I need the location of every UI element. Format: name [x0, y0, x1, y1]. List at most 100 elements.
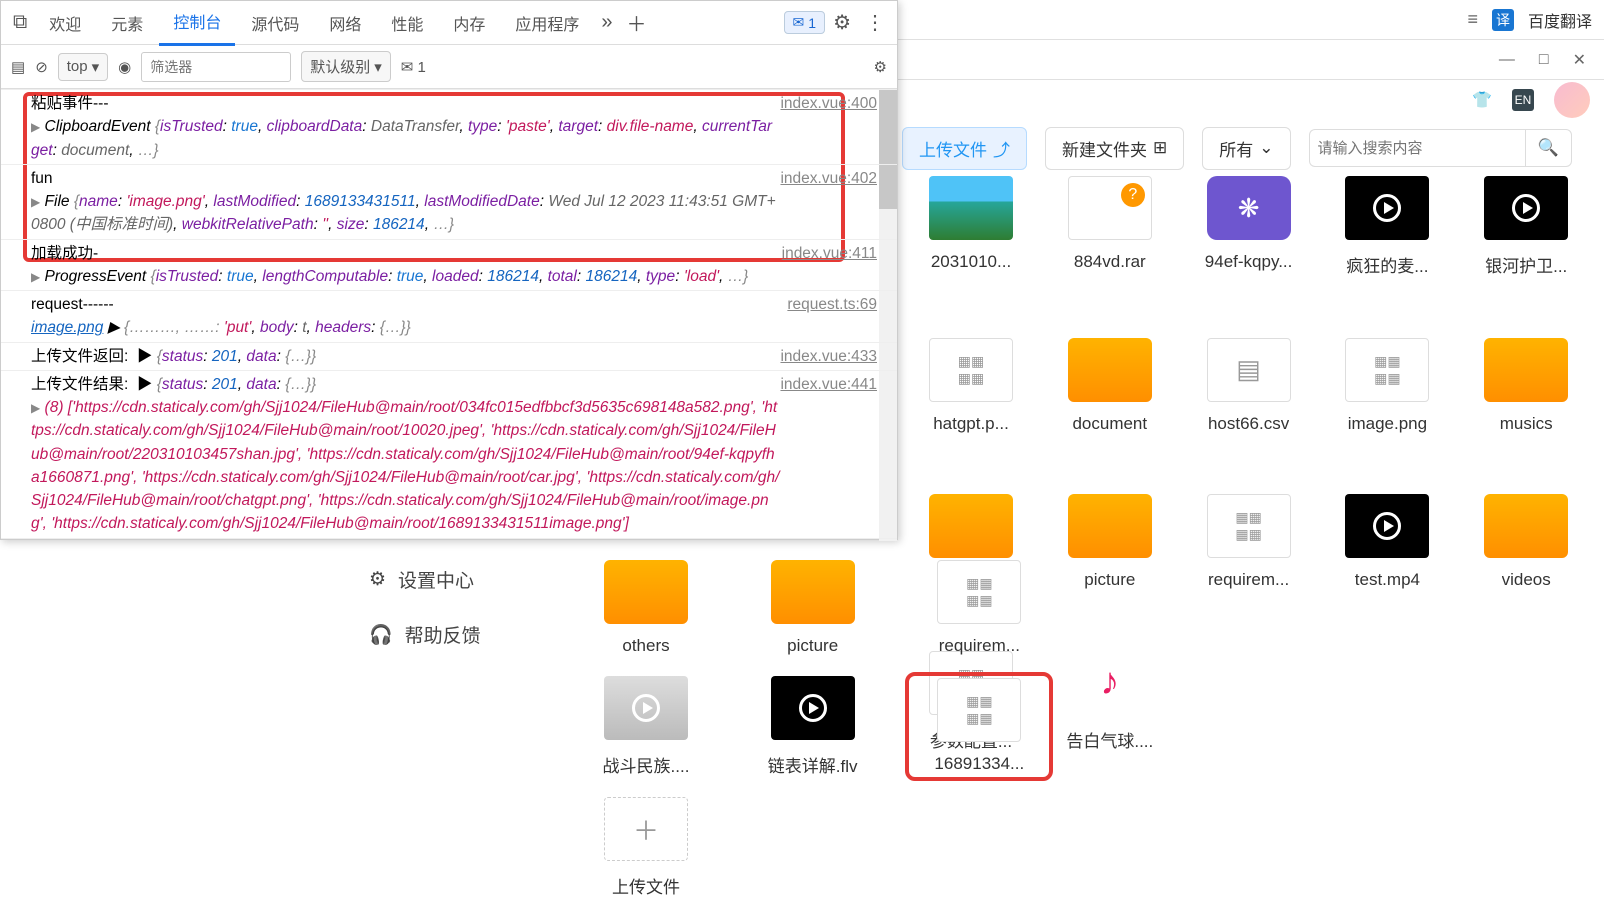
file-label: requirem... — [939, 636, 1020, 656]
log-source-link[interactable]: request.ts:48 — [787, 541, 889, 542]
maximize-icon[interactable]: □ — [1539, 51, 1549, 69]
file-item[interactable]: 884vd.rar — [1045, 176, 1175, 310]
tab-performance[interactable]: 性能 — [377, 1, 437, 45]
file-item[interactable]: others — [576, 560, 716, 656]
file-item[interactable]: ▤host66.csv — [1184, 338, 1314, 467]
more-tabs-icon[interactable]: » — [595, 5, 618, 40]
translate-icon[interactable]: 译 — [1492, 9, 1514, 31]
log-source-link[interactable]: index.vue:400 — [780, 92, 889, 162]
devtools-more-icon[interactable]: ⋮ — [859, 4, 891, 41]
minimize-icon[interactable]: — — [1499, 51, 1515, 69]
console-settings-icon[interactable]: ⚙ — [874, 58, 887, 76]
console-filter-input[interactable] — [141, 52, 291, 82]
clear-console-icon[interactable]: ⊘ — [35, 58, 48, 76]
log-level-selector[interactable]: 默认级别 ▾ — [301, 51, 391, 82]
file-item[interactable]: ▦▦▦▦image.png — [1322, 338, 1452, 467]
file-label: 2031010... — [931, 252, 1011, 272]
log-row[interactable]: 加载成功- ▶ ProgressEvent {isTrusted: true, … — [1, 239, 897, 291]
file-label: host66.csv — [1208, 414, 1289, 434]
file-item[interactable]: picture — [743, 560, 883, 656]
new-folder-button[interactable]: 新建文件夹 ⊞ — [1045, 127, 1184, 170]
log-source-link[interactable]: index.vue:441 — [780, 373, 889, 536]
file-item[interactable]: ▦▦▦▦requirem... — [909, 560, 1049, 656]
file-label: test.mp4 — [1355, 570, 1420, 590]
search-button[interactable]: 🔍 — [1525, 129, 1572, 167]
tab-elements[interactable]: 元素 — [97, 1, 157, 45]
upload-button[interactable]: 上传文件 ⤴ — [902, 127, 1027, 170]
translate-label[interactable]: 百度翻译 — [1528, 8, 1592, 32]
sidebar-item-feedback[interactable]: 🎧 帮助反馈 — [365, 607, 565, 662]
language-icon[interactable]: EN — [1512, 89, 1534, 111]
search-icon: 🔍 — [1538, 138, 1559, 157]
add-tab-icon[interactable]: ＋ — [621, 2, 653, 43]
file-item[interactable]: 银河护卫... — [1461, 176, 1591, 310]
file-label: 疯狂的麦... — [1346, 252, 1428, 277]
log-row[interactable]: apilimit--- ▶ {resources: {…}, rate: {…}… — [1, 538, 897, 542]
issues-button[interactable]: ✉ 1 — [784, 11, 826, 34]
context-selector[interactable]: top ▾ — [58, 53, 108, 81]
file-label: picture — [787, 636, 838, 656]
log-array: (8) ['https://cdn.staticaly.com/gh/Sjj10… — [31, 399, 779, 532]
window-controls: — □ ✕ — [894, 40, 1604, 80]
log-row[interactable]: fun ▶ File {name: 'image.png', lastModif… — [1, 164, 897, 239]
file-label: 884vd.rar — [1074, 252, 1146, 272]
tab-application[interactable]: 应用程序 — [501, 1, 593, 45]
file-label: others — [622, 636, 669, 656]
file-item[interactable]: ▦▦▦▦requirem... — [1184, 494, 1314, 623]
console-sidebar-toggle-icon[interactable]: ▤ — [11, 58, 25, 76]
tab-console[interactable]: 控制台 — [159, 0, 235, 46]
filter-dropdown[interactable]: 所有 ⌄ — [1202, 127, 1290, 170]
file-label: 战斗民族.... — [603, 752, 690, 777]
search-input[interactable] — [1309, 129, 1525, 167]
log-row[interactable]: request------ image.png ▶ {………, ……: 'put… — [1, 290, 897, 342]
devtools-tabbar: ⧉ 欢迎 元素 控制台 源代码 网络 性能 内存 应用程序 » ＋ ✉ 1 ⚙ … — [1, 1, 897, 45]
file-label: 16891334... — [934, 754, 1024, 774]
console-body[interactable]: 粘贴事件--- ▶ ClipboardEvent {isTrusted: tru… — [1, 89, 897, 541]
log-source-link[interactable]: index.vue:411 — [782, 242, 889, 289]
sidebar-item-settings[interactable]: ⚙ 设置中心 — [365, 552, 565, 607]
file-item[interactable]: 2031010... — [906, 176, 1036, 310]
list-icon[interactable]: ≡ — [1467, 9, 1478, 30]
chevron-down-icon: ⌄ — [1259, 138, 1273, 158]
avatar[interactable] — [1554, 82, 1590, 118]
file-label: videos — [1502, 570, 1551, 590]
file-item[interactable]: test.mp4 — [1322, 494, 1452, 623]
upload-icon: ⤴ — [993, 136, 1010, 161]
file-label: musics — [1500, 414, 1553, 434]
log-row[interactable]: 上传文件结果: ▶ {status: 201, data: {…}} ▶ (8)… — [1, 370, 897, 538]
shirt-icon[interactable]: 👕 — [1472, 90, 1492, 110]
tab-sources[interactable]: 源代码 — [237, 1, 313, 45]
file-item[interactable]: 链表详解.flv — [743, 676, 883, 777]
file-item[interactable]: ♪告白气球.... — [1045, 651, 1175, 785]
devtools-settings-icon[interactable]: ⚙ — [827, 4, 857, 41]
live-expression-icon[interactable]: ◉ — [118, 58, 131, 76]
log-source-link[interactable]: request.ts:69 — [787, 293, 889, 340]
file-item[interactable]: videos — [1461, 494, 1591, 623]
file-item[interactable]: picture — [1045, 494, 1175, 623]
tab-network[interactable]: 网络 — [315, 1, 375, 45]
devtools-window: ⧉ 欢迎 元素 控制台 源代码 网络 性能 内存 应用程序 » ＋ ✉ 1 ⚙ … — [0, 0, 898, 540]
tab-memory[interactable]: 内存 — [439, 1, 499, 45]
device-toolbar-icon[interactable]: ⧉ — [7, 5, 33, 40]
log-row[interactable]: 粘贴事件--- ▶ ClipboardEvent {isTrusted: tru… — [1, 89, 897, 164]
file-label: 上传文件 — [612, 873, 680, 898]
user-bar: 👕 EN — [894, 80, 1604, 120]
file-item[interactable]: 战斗民族.... — [576, 676, 716, 777]
log-source-link[interactable]: index.vue:433 — [780, 345, 889, 368]
file-label: document — [1072, 414, 1147, 434]
close-icon[interactable]: ✕ — [1573, 50, 1586, 70]
file-item[interactable]: ▦▦▦▦16891334... — [909, 676, 1049, 777]
file-item[interactable]: document — [1045, 338, 1175, 467]
file-item[interactable]: musics — [1461, 338, 1591, 467]
file-item[interactable]: ＋上传文件 — [576, 797, 716, 898]
tab-welcome[interactable]: 欢迎 — [35, 1, 95, 45]
file-label: picture — [1084, 570, 1135, 590]
log-row[interactable]: 上传文件返回: ▶ {status: 201, data: {…}} index… — [1, 342, 897, 370]
file-label: 94ef-kqpy... — [1205, 252, 1293, 272]
file-label: requirem... — [1208, 570, 1289, 590]
file-item[interactable]: 疯狂的麦... — [1322, 176, 1452, 310]
file-item[interactable]: ❋94ef-kqpy... — [1184, 176, 1314, 310]
log-source-link[interactable]: index.vue:402 — [780, 167, 889, 237]
file-item[interactable]: ▦▦▦▦hatgpt.p... — [906, 338, 1036, 467]
issues-chip[interactable]: ✉ 1 — [401, 58, 426, 76]
